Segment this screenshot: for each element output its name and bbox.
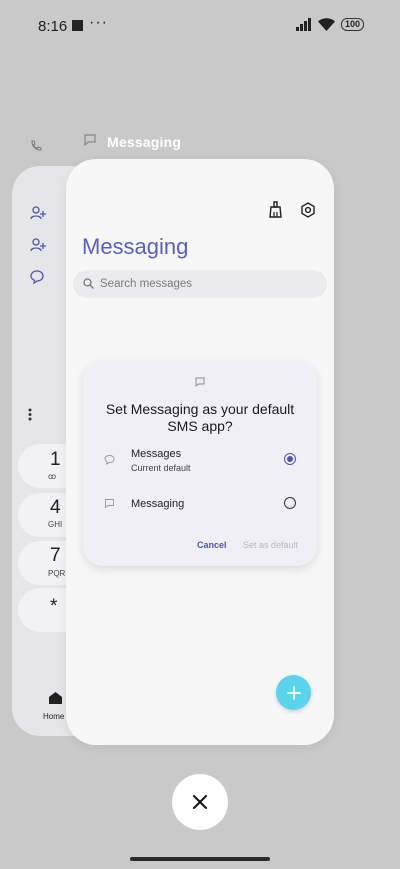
option-sublabel: Current default [131, 463, 191, 473]
signal-icon [295, 18, 311, 31]
search-icon [83, 278, 94, 289]
plus-icon [286, 685, 301, 700]
voicemail-icon: ꝏ [48, 472, 57, 481]
compose-button[interactable] [276, 675, 311, 710]
message-icon [195, 377, 205, 387]
home-icon[interactable] [49, 692, 62, 704]
close-icon [193, 795, 207, 809]
radio-unselected[interactable] [284, 497, 296, 509]
status-time: 8:16 [38, 18, 68, 35]
more-options-icon[interactable] [28, 408, 32, 421]
battery-icon: 100 [340, 18, 364, 31]
chat-bubble-icon[interactable] [30, 270, 44, 284]
set-default-button[interactable]: Set as default [243, 540, 298, 550]
gesture-home-bar[interactable] [130, 857, 270, 861]
notification-square-icon [72, 20, 83, 31]
option-label: Messaging [131, 498, 185, 510]
wifi-icon [317, 18, 335, 31]
add-contact-icon[interactable] [30, 238, 46, 252]
page-title: Messaging [82, 234, 189, 259]
dial-digit: 1 [50, 449, 61, 470]
dial-digit: * [50, 596, 58, 617]
nav-home-label: Home [43, 712, 65, 721]
messages-app-icon [104, 455, 115, 465]
dialog-title: Set Messaging as your default SMS app? [105, 401, 295, 434]
search-placeholder: Search messages [100, 278, 193, 290]
front-card-label: Messaging [107, 134, 182, 150]
dial-digit: 4 [50, 497, 61, 518]
more-notifications-icon: ··· [89, 14, 108, 31]
dial-letters: GHI [48, 520, 63, 529]
cleanup-brush-icon[interactable] [268, 201, 283, 218]
status-indicators: 100 [295, 18, 364, 31]
option-label: Messages [131, 448, 182, 460]
messaging-app-icon [84, 134, 96, 146]
settings-icon[interactable] [300, 202, 316, 218]
phone-icon [31, 140, 42, 151]
close-all-button[interactable] [172, 774, 228, 830]
messaging-app-icon [105, 499, 114, 509]
add-contact-icon[interactable] [30, 206, 46, 220]
radio-selected[interactable] [284, 453, 296, 465]
cancel-button[interactable]: Cancel [197, 540, 227, 550]
dial-digit: 7 [50, 545, 61, 566]
